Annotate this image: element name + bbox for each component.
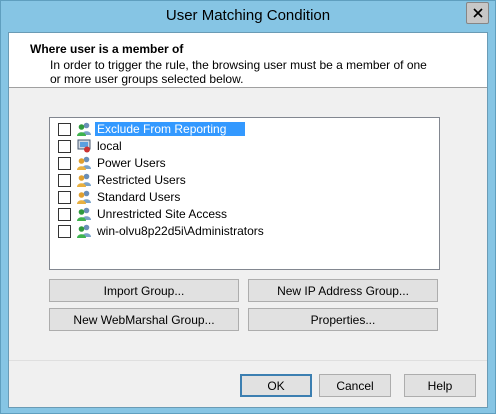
help-button[interactable]: Help: [404, 374, 476, 397]
group-checkbox[interactable]: [58, 190, 71, 204]
list-item[interactable]: Unrestricted Site Access: [58, 206, 229, 222]
group-label: Restricted Users: [97, 173, 186, 187]
list-item[interactable]: Standard Users: [58, 189, 182, 205]
list-item[interactable]: Power Users: [58, 155, 168, 171]
footer-divider: [9, 360, 487, 361]
user-group-icon: [77, 224, 91, 238]
list-item[interactable]: Exclude From Reporting: [58, 121, 245, 137]
list-item[interactable]: win-olvu8p22d5i\Administrators: [58, 223, 266, 239]
group-label: Unrestricted Site Access: [97, 207, 228, 221]
properties-button[interactable]: Properties...: [248, 308, 438, 331]
group-label: Power Users: [97, 156, 166, 170]
user-group-icon: [77, 122, 91, 136]
dialog-body: Where user is a member of In order to tr…: [8, 32, 488, 408]
group-label: Exclude From Reporting: [95, 122, 245, 136]
header-panel: Where user is a member of In order to tr…: [9, 33, 487, 88]
header-description: In order to trigger the rule, the browsi…: [50, 58, 427, 86]
close-button[interactable]: [466, 2, 489, 24]
close-icon: [472, 8, 483, 18]
dialog-window: User Matching Condition Where user is a …: [0, 0, 496, 414]
group-checkbox[interactable]: [58, 156, 71, 170]
group-checkbox[interactable]: [58, 139, 71, 153]
user-group-icon: [77, 156, 91, 170]
group-checkbox[interactable]: [58, 173, 71, 187]
user-group-icon: [77, 207, 91, 221]
cancel-button[interactable]: Cancel: [319, 374, 391, 397]
group-checkbox[interactable]: [58, 122, 71, 136]
domain-computer-icon: [77, 139, 91, 153]
group-label: local: [97, 139, 122, 153]
window-title: User Matching Condition: [165, 7, 331, 24]
group-label: Standard Users: [97, 190, 181, 204]
ok-button[interactable]: OK: [240, 374, 312, 397]
group-label: win-olvu8p22d5i\Administrators: [97, 224, 264, 238]
user-group-icon: [77, 173, 91, 187]
title-bar[interactable]: User Matching Condition: [1, 1, 495, 32]
new-ip-address-group-button[interactable]: New IP Address Group...: [248, 279, 438, 302]
new-webmarshal-group-button[interactable]: New WebMarshal Group...: [49, 308, 239, 331]
user-group-list[interactable]: Exclude From Reporting local Power Users: [49, 117, 440, 270]
user-group-icon: [77, 190, 91, 204]
list-item[interactable]: local: [58, 138, 124, 154]
header-title: Where user is a member of: [30, 42, 184, 56]
import-group-button[interactable]: Import Group...: [49, 279, 239, 302]
group-checkbox[interactable]: [58, 207, 71, 221]
list-item[interactable]: Restricted Users: [58, 172, 188, 188]
group-checkbox[interactable]: [58, 224, 71, 238]
